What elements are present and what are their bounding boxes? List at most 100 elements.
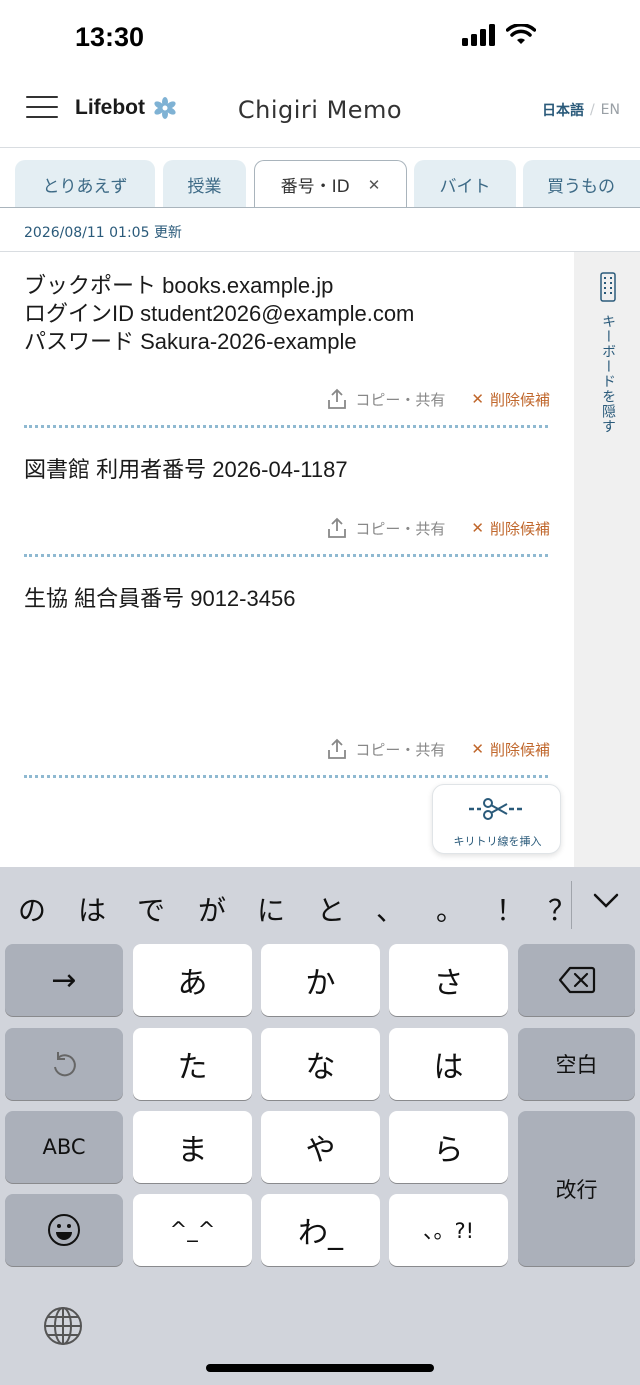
menu-icon[interactable] (26, 96, 58, 120)
tab-label: 買うもの (547, 176, 615, 197)
delete-x-icon: ✕ (471, 390, 484, 408)
memo-area[interactable]: ブックポート books.example.jp ログインID student20… (0, 252, 574, 867)
memo-actions: コピー・共有 ✕ 削除候補 (327, 738, 550, 760)
memo-actions: コピー・共有 ✕ 削除候補 (327, 517, 550, 539)
scissors-icon (469, 798, 525, 820)
side-panel: キーボードを隠す (574, 252, 640, 867)
memo-text[interactable]: 生協 組合員番号 9012-3456 (24, 585, 295, 613)
key-undo[interactable] (5, 1028, 123, 1100)
delete-candidate-label: 削除候補 (489, 519, 550, 538)
key-ra[interactable]: ら (389, 1111, 508, 1183)
app-header: Lifebot Chigiri Memo 日本語 / EN (0, 76, 640, 148)
key-wa[interactable]: わ_ (261, 1194, 380, 1266)
brand-name: Lifebot (75, 96, 145, 119)
tab-jugyo[interactable]: 授業 (163, 160, 246, 207)
undo-icon (54, 1052, 76, 1077)
copy-share-label: コピー・共有 (355, 519, 446, 538)
suggestion-item[interactable]: 、 (376, 889, 404, 929)
backspace-icon (558, 966, 595, 994)
home-indicator[interactable] (206, 1364, 434, 1372)
key-arrow[interactable]: → (5, 944, 123, 1016)
copy-share-button[interactable]: コピー・共有 (327, 517, 445, 539)
insert-cut-line-button[interactable]: キリトリ線を挿入 (432, 784, 561, 854)
key-space[interactable]: 空白 (518, 1028, 635, 1100)
tab-label: 番号・ID (280, 177, 350, 197)
update-bar: 2026/08/11 01:05 更新 (0, 208, 640, 252)
key-kaomoji[interactable]: ^_^ (133, 1194, 252, 1266)
suggestion-item[interactable]: 。 (436, 889, 464, 929)
memo-separator (24, 425, 548, 428)
hide-keyboard-button[interactable]: キーボードを隠す (598, 272, 618, 434)
tab-close-icon[interactable]: ✕ (368, 176, 381, 194)
memo-actions: コピー・共有 ✕ 削除候補 (327, 388, 550, 410)
suggestion-item[interactable]: ？ (548, 889, 570, 929)
suggestion-item[interactable]: に (257, 889, 285, 929)
lang-english[interactable]: EN (601, 102, 620, 118)
lang-japanese[interactable]: 日本語 (542, 100, 584, 120)
suggestion-item[interactable]: と (317, 889, 345, 929)
language-switch: 日本語 / EN (542, 100, 620, 120)
suggestion-item[interactable]: の (18, 889, 46, 929)
key-sa[interactable]: さ (389, 944, 508, 1016)
delete-candidate-button[interactable]: ✕ 削除候補 (471, 739, 550, 760)
key-ta[interactable]: た (133, 1028, 252, 1100)
chevron-down-icon[interactable] (593, 893, 619, 909)
tab-label: とりあえず (42, 176, 128, 197)
share-icon (328, 388, 347, 409)
delete-candidate-label: 削除候補 (489, 390, 550, 409)
flower-icon (154, 97, 176, 119)
insert-cut-line-label: キリトリ線を挿入 (453, 835, 542, 848)
key-backspace[interactable] (518, 944, 635, 1016)
key-abc[interactable]: ABC (5, 1111, 123, 1183)
key-punctuation[interactable]: 、。?! (389, 1194, 508, 1266)
signal-icon (462, 24, 495, 46)
status-icons (462, 24, 536, 46)
delete-x-icon: ✕ (471, 740, 484, 758)
suggestion-item[interactable]: は (78, 889, 106, 929)
keyboard: の は で が に と 、 。 ！ ？ → あ か さ た な は 空白 ABC… (0, 867, 640, 1385)
key-ha[interactable]: は (389, 1028, 508, 1100)
tab-bango-id[interactable]: 番号・ID ✕ (254, 160, 407, 207)
tab-baito[interactable]: バイト (414, 160, 516, 207)
suggestion-item[interactable]: ！ (496, 889, 524, 929)
updated-timestamp: 2026/08/11 01:05 更新 (24, 225, 182, 241)
status-time: 13:30 (75, 22, 145, 52)
delete-candidate-button[interactable]: ✕ 削除候補 (471, 389, 550, 410)
copy-share-button[interactable]: コピー・共有 (327, 388, 445, 410)
lang-separator: / (589, 102, 595, 118)
delete-candidate-label: 削除候補 (489, 740, 550, 759)
key-enter[interactable]: 改行 (518, 1111, 635, 1266)
tab-label: バイト (439, 176, 491, 197)
suggestion-item[interactable]: が (198, 889, 226, 929)
memo-text[interactable]: 図書館 利用者番号 2026-04-1187 (24, 456, 348, 484)
memo-text[interactable]: ブックポート books.example.jp ログインID student20… (24, 272, 414, 356)
key-ma[interactable]: ま (133, 1111, 252, 1183)
delete-x-icon: ✕ (471, 519, 484, 537)
delete-candidate-button[interactable]: ✕ 削除候補 (471, 518, 550, 539)
memo-separator (24, 554, 548, 557)
copy-share-label: コピー・共有 (355, 390, 446, 409)
share-icon (328, 738, 347, 759)
tab-toriaezu[interactable]: とりあえず (15, 160, 155, 207)
share-icon (328, 517, 347, 538)
key-ya[interactable]: や (261, 1111, 380, 1183)
key-emoji[interactable] (5, 1194, 123, 1266)
emoji-icon (48, 1214, 80, 1246)
hide-keyboard-label: キーボードを隠す (600, 314, 616, 434)
keyboard-icon (600, 272, 616, 302)
tab-kaumono[interactable]: 買うもの (523, 160, 640, 207)
suggestion-divider (571, 881, 572, 929)
globe-icon[interactable] (42, 1305, 84, 1347)
copy-share-button[interactable]: コピー・共有 (327, 738, 445, 760)
key-a[interactable]: あ (133, 944, 252, 1016)
wifi-icon (506, 24, 536, 44)
status-bar: 13:30 (0, 0, 640, 76)
tab-bar: とりあえず 授業 番号・ID ✕ バイト 買うもの (0, 148, 640, 208)
memo-separator (24, 775, 548, 778)
suggestion-bar: の は で が に と 、 。 ！ ？ (0, 867, 640, 943)
key-ka[interactable]: か (261, 944, 380, 1016)
tab-label: 授業 (187, 176, 222, 197)
copy-share-label: コピー・共有 (355, 740, 446, 759)
suggestion-item[interactable]: で (137, 889, 165, 929)
key-na[interactable]: な (261, 1028, 380, 1100)
